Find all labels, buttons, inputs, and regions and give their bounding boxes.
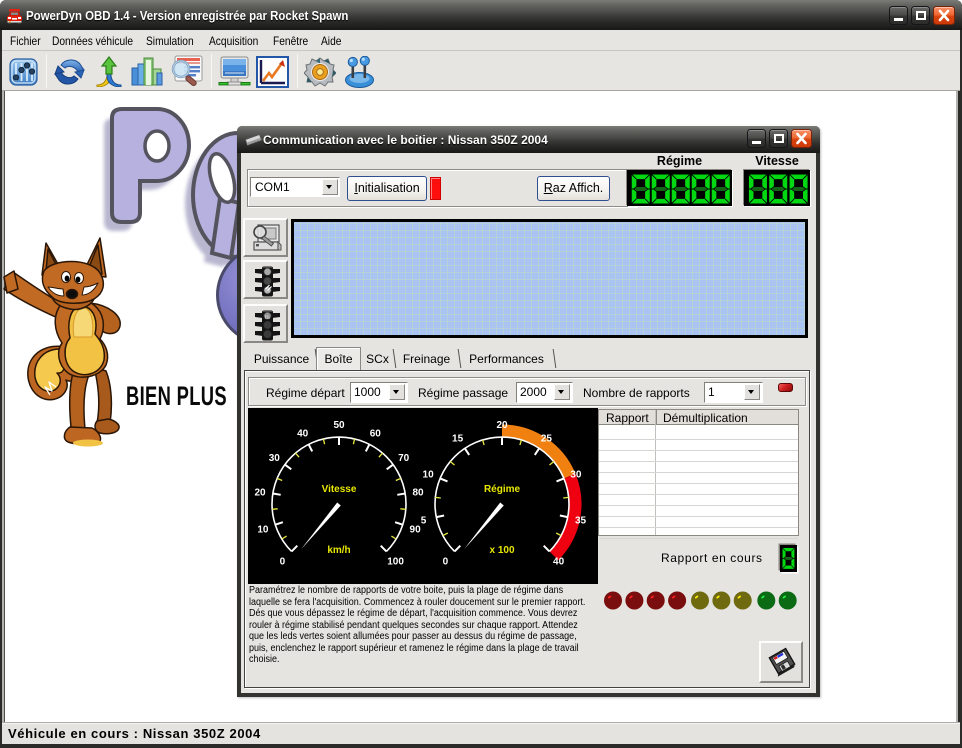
svg-text:60: 60 bbox=[370, 429, 382, 440]
svg-text:Régime: Régime bbox=[484, 484, 521, 495]
svg-text:30: 30 bbox=[269, 453, 281, 464]
svg-text:20: 20 bbox=[254, 488, 266, 499]
svg-text:5: 5 bbox=[421, 516, 427, 527]
svg-text:100: 100 bbox=[387, 557, 404, 568]
svg-text:50: 50 bbox=[333, 420, 345, 431]
svg-text:40: 40 bbox=[553, 557, 565, 568]
svg-text:25: 25 bbox=[541, 434, 553, 445]
svg-text:0: 0 bbox=[280, 557, 286, 568]
svg-text:70: 70 bbox=[398, 453, 410, 464]
svg-text:10: 10 bbox=[257, 525, 269, 536]
svg-text:0: 0 bbox=[443, 557, 449, 568]
svg-text:30: 30 bbox=[570, 469, 582, 480]
svg-text:35: 35 bbox=[575, 516, 587, 527]
svg-text:80: 80 bbox=[412, 488, 424, 499]
svg-text:90: 90 bbox=[410, 525, 422, 536]
svg-text:15: 15 bbox=[452, 434, 464, 445]
svg-text:40: 40 bbox=[297, 429, 309, 440]
svg-text:Vitesse: Vitesse bbox=[322, 484, 357, 495]
svg-text:km/h: km/h bbox=[327, 545, 350, 556]
svg-text:x 100: x 100 bbox=[489, 545, 514, 556]
svg-text:10: 10 bbox=[423, 469, 435, 480]
svg-text:20: 20 bbox=[496, 420, 508, 431]
